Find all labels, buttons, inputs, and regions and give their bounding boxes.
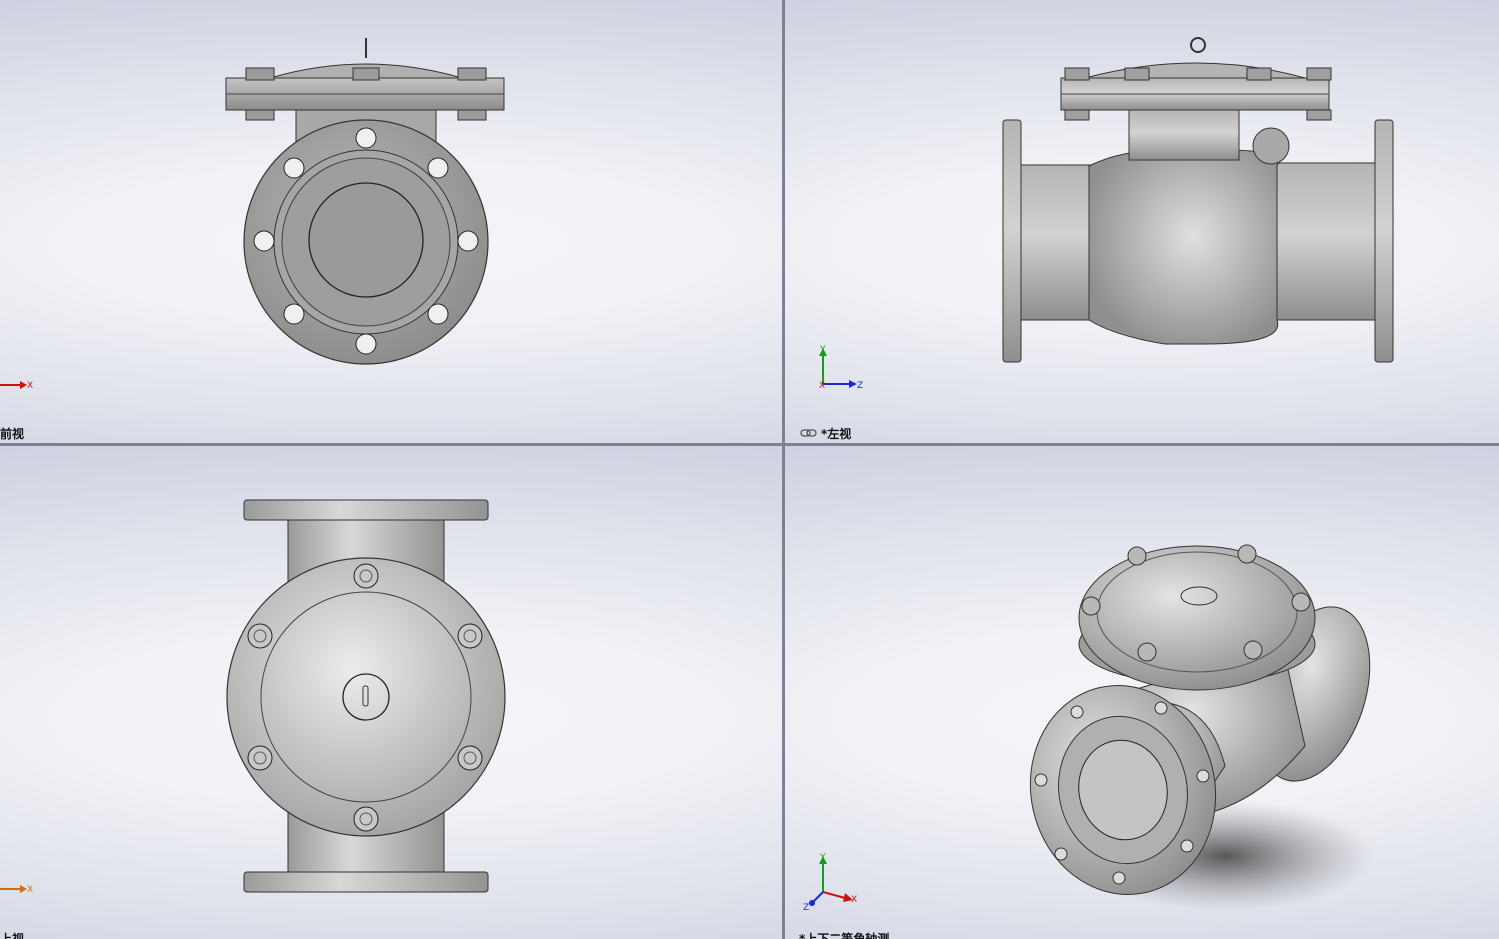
svg-text:Z: Z: [803, 903, 809, 912]
axis-triad-top: X: [0, 885, 33, 895]
viewport-front[interactable]: X 前视: [0, 0, 782, 443]
link-views-icon[interactable]: [800, 427, 818, 439]
svg-text:Y: Y: [819, 345, 826, 355]
valve-top-view[interactable]: [0, 446, 782, 939]
svg-text:Z: Z: [857, 381, 863, 391]
valve-front-view[interactable]: [0, 0, 782, 443]
viewport-isometric[interactable]: Y X Z *上下二等角轴测: [785, 446, 1499, 939]
svg-text:X: X: [27, 381, 33, 391]
viewport-divider-vertical[interactable]: [782, 0, 785, 939]
viewport-left[interactable]: Y Z X *左视: [785, 0, 1499, 443]
svg-text:X: X: [851, 895, 857, 905]
axis-triad-left: Y Z X: [819, 345, 863, 391]
view-label-left: *左视: [821, 427, 852, 441]
viewport-top[interactable]: X 上视: [0, 446, 782, 939]
view-label-top: 上视: [0, 932, 25, 939]
view-label-front: 前视: [0, 427, 25, 441]
axis-triad-iso: Y X Z: [803, 853, 857, 912]
valve-isometric-view[interactable]: [785, 446, 1499, 939]
svg-text:X: X: [819, 381, 825, 391]
svg-text:Y: Y: [819, 853, 826, 863]
svg-text:X: X: [27, 885, 33, 895]
viewport-divider-horizontal[interactable]: [0, 443, 1499, 446]
view-label-iso: *上下二等角轴测: [799, 932, 890, 939]
axis-triad-front: X: [0, 381, 33, 391]
